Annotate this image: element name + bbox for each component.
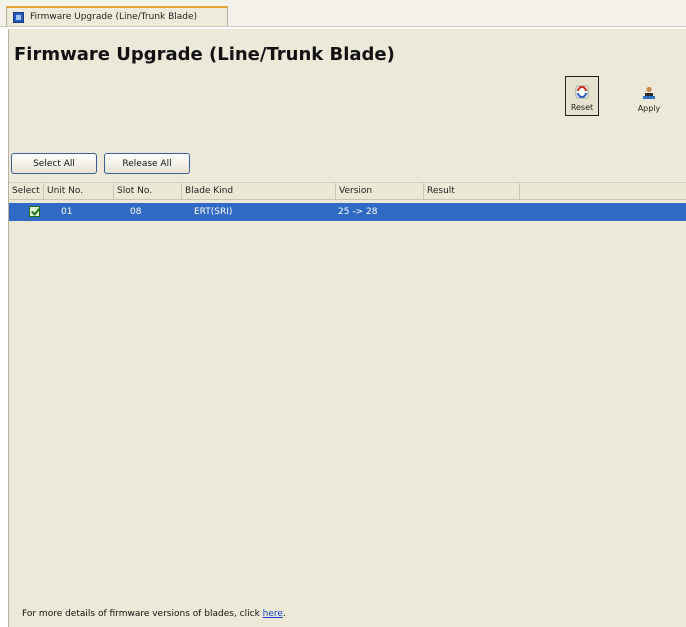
- reset-button[interactable]: Reset: [565, 76, 599, 116]
- here-link[interactable]: here: [263, 609, 283, 619]
- cell-blade-kind: ERT(SRI): [194, 207, 233, 217]
- cell-version: 25 -> 28: [338, 207, 378, 217]
- cell-unit-no: 01: [61, 207, 73, 217]
- tab-firmware-upgrade[interactable]: Firmware Upgrade (Line/Trunk Blade): [6, 6, 228, 26]
- cell-slot-no: 08: [130, 207, 142, 217]
- column-header-result[interactable]: Result: [424, 183, 520, 200]
- row-select-checkbox[interactable]: [29, 206, 40, 217]
- apply-label: Apply: [637, 104, 661, 113]
- column-header-version[interactable]: Version: [336, 183, 424, 200]
- cell-result: [427, 203, 430, 221]
- content-panel: [8, 29, 686, 627]
- release-all-button[interactable]: Release All: [104, 153, 190, 174]
- footer-trailing: .: [282, 609, 286, 619]
- column-header-slot-no[interactable]: Slot No.: [114, 183, 182, 200]
- footer-note: For more details of firmware versions of…: [22, 609, 286, 619]
- column-header-select[interactable]: Select: [9, 183, 44, 200]
- column-header-unit-no[interactable]: Unit No.: [44, 183, 114, 200]
- select-all-button[interactable]: Select All: [11, 153, 97, 174]
- reset-label: Reset: [570, 103, 594, 112]
- tab-bar: Firmware Upgrade (Line/Trunk Blade): [0, 0, 686, 27]
- tab-label: Firmware Upgrade (Line/Trunk Blade): [30, 12, 198, 22]
- column-header-blade-kind[interactable]: Blade Kind: [182, 183, 336, 200]
- table-row[interactable]: 01 08 ERT(SRI) 25 -> 28: [9, 203, 686, 221]
- reset-arrows-icon: [575, 85, 589, 99]
- apply-person-icon: [643, 86, 655, 99]
- app-window-icon: [13, 11, 24, 23]
- table-header: Select Unit No. Slot No. Blade Kind Vers…: [9, 182, 686, 200]
- apply-button[interactable]: Apply: [632, 76, 666, 116]
- footer-text: For more details of firmware versions of…: [22, 609, 260, 619]
- page-title: Firmware Upgrade (Line/Trunk Blade): [14, 44, 395, 65]
